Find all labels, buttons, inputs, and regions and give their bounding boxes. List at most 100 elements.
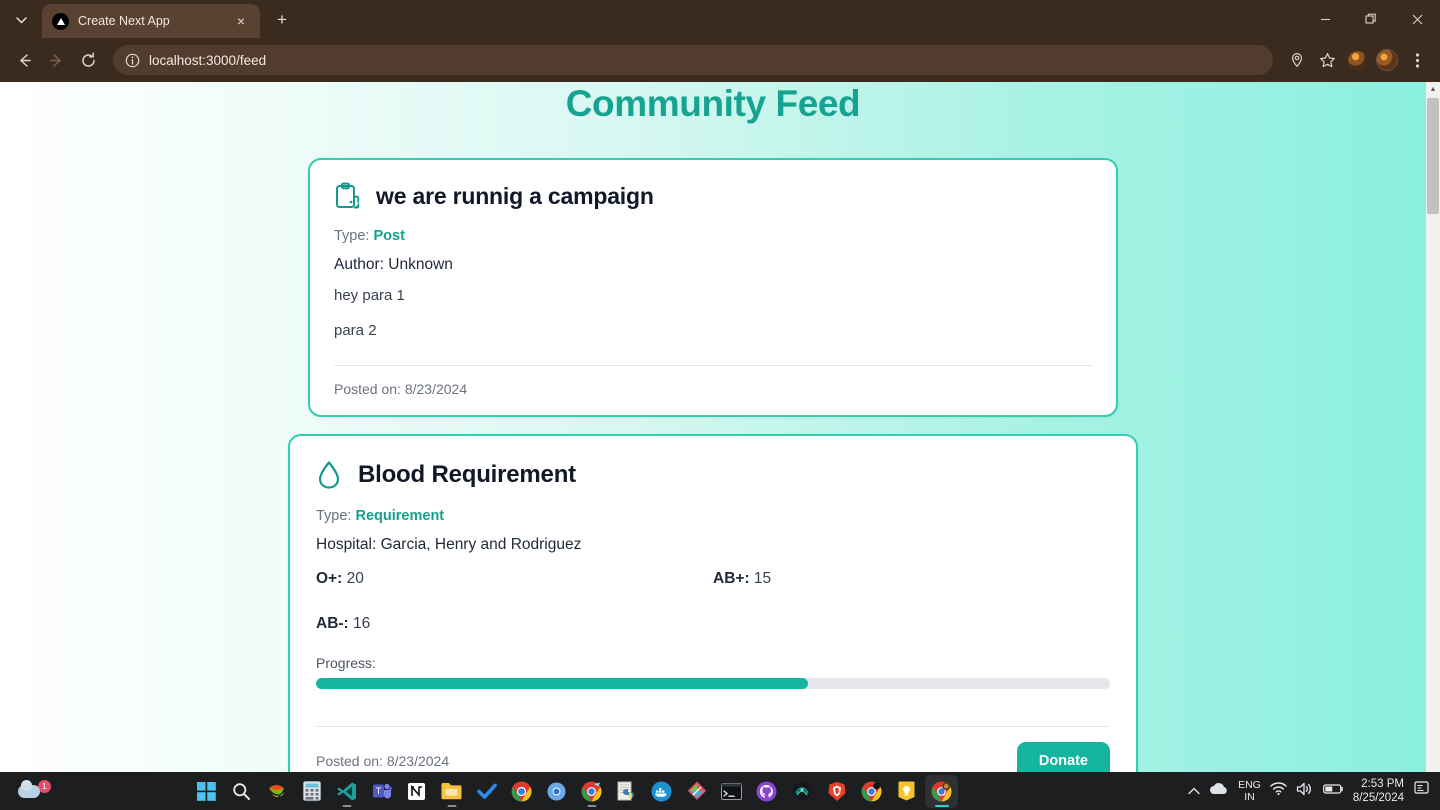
- blood-drop-icon: [316, 460, 342, 490]
- blood-type-item: O+: 20: [316, 570, 713, 588]
- feed-card-post[interactable]: we are runnig a campaign Type: Post Auth…: [308, 158, 1118, 417]
- tab-strip: Create Next App × +: [0, 0, 1440, 38]
- chrome-active-icon: [931, 781, 952, 801]
- taskbar-item-brave[interactable]: [820, 775, 853, 808]
- taskbar-item-file-explorer[interactable]: [435, 775, 468, 808]
- tray-overflow-button[interactable]: [1188, 782, 1200, 800]
- type-label: Type:: [316, 508, 352, 524]
- taskbar-item-calculator[interactable]: [295, 775, 328, 808]
- card-paragraph: hey para 1: [334, 287, 405, 304]
- taskbar-item-chrome[interactable]: [505, 775, 538, 808]
- language-indicator[interactable]: ENG IN: [1238, 779, 1261, 803]
- cloud-icon: [18, 779, 40, 798]
- windows-taskbar: 1 T ENG IN 2:53 PM 8/25/2024: [0, 772, 1440, 810]
- chrome-dev-icon: [581, 781, 602, 801]
- file-explorer-icon: [441, 783, 462, 800]
- type-label: Type:: [334, 228, 370, 244]
- tab-close-button[interactable]: ×: [232, 12, 250, 30]
- notifications-button[interactable]: [1413, 780, 1430, 802]
- minimize-button[interactable]: [1302, 0, 1348, 38]
- chevron-down-icon: [15, 16, 27, 24]
- taskbar-item-gitkraken[interactable]: [785, 775, 818, 808]
- address-bar-url[interactable]: localhost:3000/feed: [149, 53, 266, 68]
- info-circle-icon[interactable]: [125, 53, 140, 68]
- blood-type-grid: O+: 20 AB+: 15 AB-: 16: [316, 570, 1110, 633]
- terminal-icon: [721, 782, 742, 800]
- clock-time: 2:53 PM: [1361, 778, 1404, 790]
- extensions-button[interactable]: [1343, 46, 1371, 74]
- taskbar-item-docker[interactable]: [645, 775, 678, 808]
- blood-type-label: AB-:: [316, 615, 349, 632]
- todoist-icon: [476, 783, 497, 799]
- back-button[interactable]: [9, 45, 39, 75]
- taskbar-apps: T: [190, 774, 1188, 808]
- forward-button[interactable]: [41, 45, 71, 75]
- posted-date: Posted on: 8/23/2024: [334, 381, 468, 397]
- extension-avatar-icon: [1347, 50, 1367, 70]
- restore-icon: [1365, 13, 1376, 24]
- running-indicator: [447, 804, 456, 807]
- taskbar-item-chrome-active[interactable]: [925, 774, 958, 808]
- scroll-up-arrow[interactable]: ▲: [1426, 82, 1440, 97]
- card-title: we are runnig a campaign: [376, 182, 654, 209]
- running-indicator: [342, 804, 351, 807]
- taskbar-item-chrome-canary[interactable]: [540, 775, 573, 808]
- address-bar[interactable]: localhost:3000/feed: [113, 45, 1273, 75]
- taskbar-item-notion[interactable]: [400, 775, 433, 808]
- paint-icon: [687, 781, 706, 800]
- taskbar-item-github[interactable]: [750, 775, 783, 808]
- brave-icon: [827, 781, 846, 801]
- browser-window: Create Next App × + localhost:3000/feed …: [0, 0, 1440, 810]
- taskbar-item-chrome-dev[interactable]: [575, 775, 608, 808]
- taskbar-item-search[interactable]: [225, 775, 258, 808]
- notion-icon: [407, 781, 426, 801]
- close-window-button[interactable]: [1394, 0, 1440, 38]
- calculator-icon: [302, 781, 321, 801]
- python-idle-icon: [617, 781, 634, 801]
- taskbar-item-python-idle[interactable]: [610, 775, 643, 808]
- volume-button[interactable]: [1296, 782, 1314, 801]
- onedrive-tray-button[interactable]: [1209, 782, 1229, 800]
- docker-icon: [651, 781, 672, 801]
- page-scrollbar[interactable]: ▲: [1426, 82, 1440, 772]
- reload-icon: [81, 52, 95, 67]
- tab-search-button[interactable]: [4, 5, 38, 35]
- donate-button[interactable]: Donate: [1016, 742, 1110, 772]
- taskbar-item-terminal[interactable]: [715, 775, 748, 808]
- feed-card-requirement[interactable]: Blood Requirement Type: Requirement Hosp…: [288, 434, 1138, 772]
- progress-label: Progress:: [316, 655, 376, 671]
- weather-widget[interactable]: 1: [0, 779, 190, 798]
- taskbar-item-chrome-beta[interactable]: [855, 775, 888, 808]
- bookmark-button[interactable]: [1313, 46, 1341, 74]
- gitkraken-icon: [792, 781, 811, 801]
- location-permission-button[interactable]: [1283, 46, 1311, 74]
- close-icon: [1412, 14, 1422, 24]
- browser-toolbar: localhost:3000/feed: [0, 38, 1440, 82]
- taskbar-item-start[interactable]: [190, 775, 223, 808]
- profile-button[interactable]: [1373, 46, 1401, 74]
- card-footer: Posted on: 8/23/2024: [334, 366, 1092, 397]
- taskbar-item-vscode[interactable]: [330, 775, 363, 808]
- posted-date: Posted on: 8/23/2024: [316, 753, 450, 769]
- battery-button[interactable]: [1322, 782, 1344, 800]
- taskbar-item-teams[interactable]: T: [365, 775, 398, 808]
- maximize-restore-button[interactable]: [1348, 0, 1394, 38]
- scrollbar-thumb[interactable]: [1427, 98, 1439, 214]
- card-paragraph: para 2: [334, 322, 377, 339]
- chrome-menu-button[interactable]: [1403, 46, 1431, 74]
- wifi-button[interactable]: [1270, 782, 1287, 800]
- taskbar-item-keep[interactable]: [890, 775, 923, 808]
- browser-tab[interactable]: Create Next App ×: [42, 4, 260, 38]
- speaker-icon: [1296, 782, 1311, 795]
- keep-icon: [898, 781, 915, 801]
- reload-button[interactable]: [73, 45, 103, 75]
- blood-type-value: 16: [353, 615, 371, 632]
- search-icon: [233, 782, 250, 800]
- taskbar-item-copilot[interactable]: [260, 775, 293, 808]
- new-tab-button[interactable]: +: [268, 6, 296, 34]
- window-controls: [1302, 0, 1440, 38]
- taskbar-item-paint[interactable]: [680, 775, 713, 808]
- type-value: Post: [373, 228, 405, 244]
- taskbar-item-todoist[interactable]: [470, 775, 503, 808]
- taskbar-clock[interactable]: 2:53 PM 8/25/2024: [1353, 777, 1404, 805]
